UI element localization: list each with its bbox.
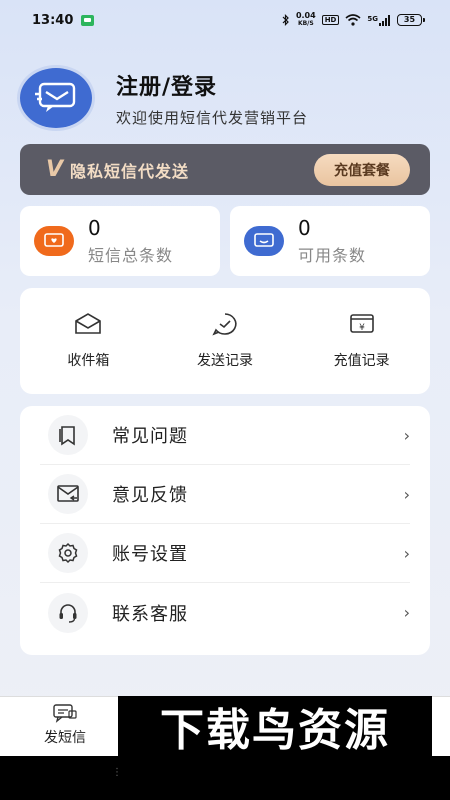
tab-send-sms-label: 发短信 [44,730,86,746]
wechat-notification-icon [81,14,95,26]
hd-badge: HD [321,15,340,25]
bluetooth-icon [282,14,290,26]
stat-available-label: 可用条数 [298,246,367,265]
quick-actions: 收件箱 发送记录 ¥ 充值记录 [20,288,430,394]
status-time: 13:40 [32,12,74,28]
wifi-icon [345,14,361,26]
stat-total-value: 0 [88,216,101,240]
network-type: 5G [367,14,378,23]
quick-recharge-records-label: 充值记录 [333,353,390,369]
network-speed-value: 0.04 [295,11,316,20]
stat-card-total[interactable]: 0 短信总条数 [20,206,220,276]
battery-icon: 35 [397,14,425,26]
quick-send-records[interactable]: 发送记录 [170,312,280,370]
message-chat-icon [244,226,284,256]
tab-send-sms[interactable]: 发短信 [44,703,86,747]
message-heart-icon [34,226,74,256]
recharge-package-button[interactable]: 充值套餐 [314,153,410,186]
menu-item-feedback[interactable]: 意见反馈 › [40,465,410,524]
menu-item-customer-service[interactable]: 联系客服 › [40,583,410,642]
send-check-icon [212,313,237,336]
signal-icon: 5G [367,14,391,26]
feedback-mail-icon [48,474,88,514]
network-speed-unit: KB/S [297,20,314,27]
svg-text:¥: ¥ [359,323,365,333]
inbox-envelope-icon [75,313,102,334]
stat-available-value: 0 [298,216,311,240]
menu-item-label: 联系客服 [112,603,188,625]
vip-banner: V 隐私短信代发送 充值套餐 [20,144,430,195]
menu-item-account-settings[interactable]: 账号设置 › [40,524,410,583]
menu-item-faq[interactable]: 常见问题 › [40,406,410,465]
settings-menu: 常见问题 › 意见反馈 › 账号设置 › 联系客服 › [20,406,430,655]
chevron-right-icon: › [403,425,410,445]
gear-icon [48,533,88,573]
stat-total-label: 短信总条数 [88,246,174,265]
status-bar: 13:40 0.04 KB/S HD 5G 35 [0,0,450,40]
chevron-right-icon: › [403,603,410,622]
faq-book-icon [48,415,88,455]
headset-icon [48,592,88,633]
menu-item-label: 常见问题 [112,426,188,447]
stat-card-available[interactable]: 0 可用条数 [230,206,430,276]
nav-menu-handle-icon[interactable]: ⋮ [112,768,122,786]
chevron-right-icon: › [403,543,410,563]
message-logo-icon [35,82,76,112]
quick-inbox[interactable]: 收件箱 [33,312,143,370]
chevron-right-icon: › [403,484,410,504]
avatar[interactable] [20,68,92,128]
watermark-banner: 下载鸟资源 [118,696,432,756]
menu-item-label: 意见反馈 [112,485,188,506]
quick-recharge-records[interactable]: ¥ 充值记录 [307,312,417,370]
menu-item-label: 账号设置 [112,544,188,565]
vip-text: 隐私短信代发送 [70,161,190,181]
profile-subtitle: 欢迎使用短信代发营销平台 [116,108,309,127]
quick-inbox-label: 收件箱 [67,353,110,369]
login-link[interactable]: 注册/登录 [116,69,308,101]
recharge-yen-icon: ¥ [349,314,374,333]
quick-send-records-label: 发送记录 [196,353,253,369]
network-speed: 0.04 KB/S [296,12,316,28]
system-nav-bar [0,756,450,800]
vip-logo-icon: V [46,157,65,182]
profile-header[interactable]: 注册/登录 欢迎使用短信代发营销平台 [20,68,308,128]
sms-chat-icon [53,704,77,723]
